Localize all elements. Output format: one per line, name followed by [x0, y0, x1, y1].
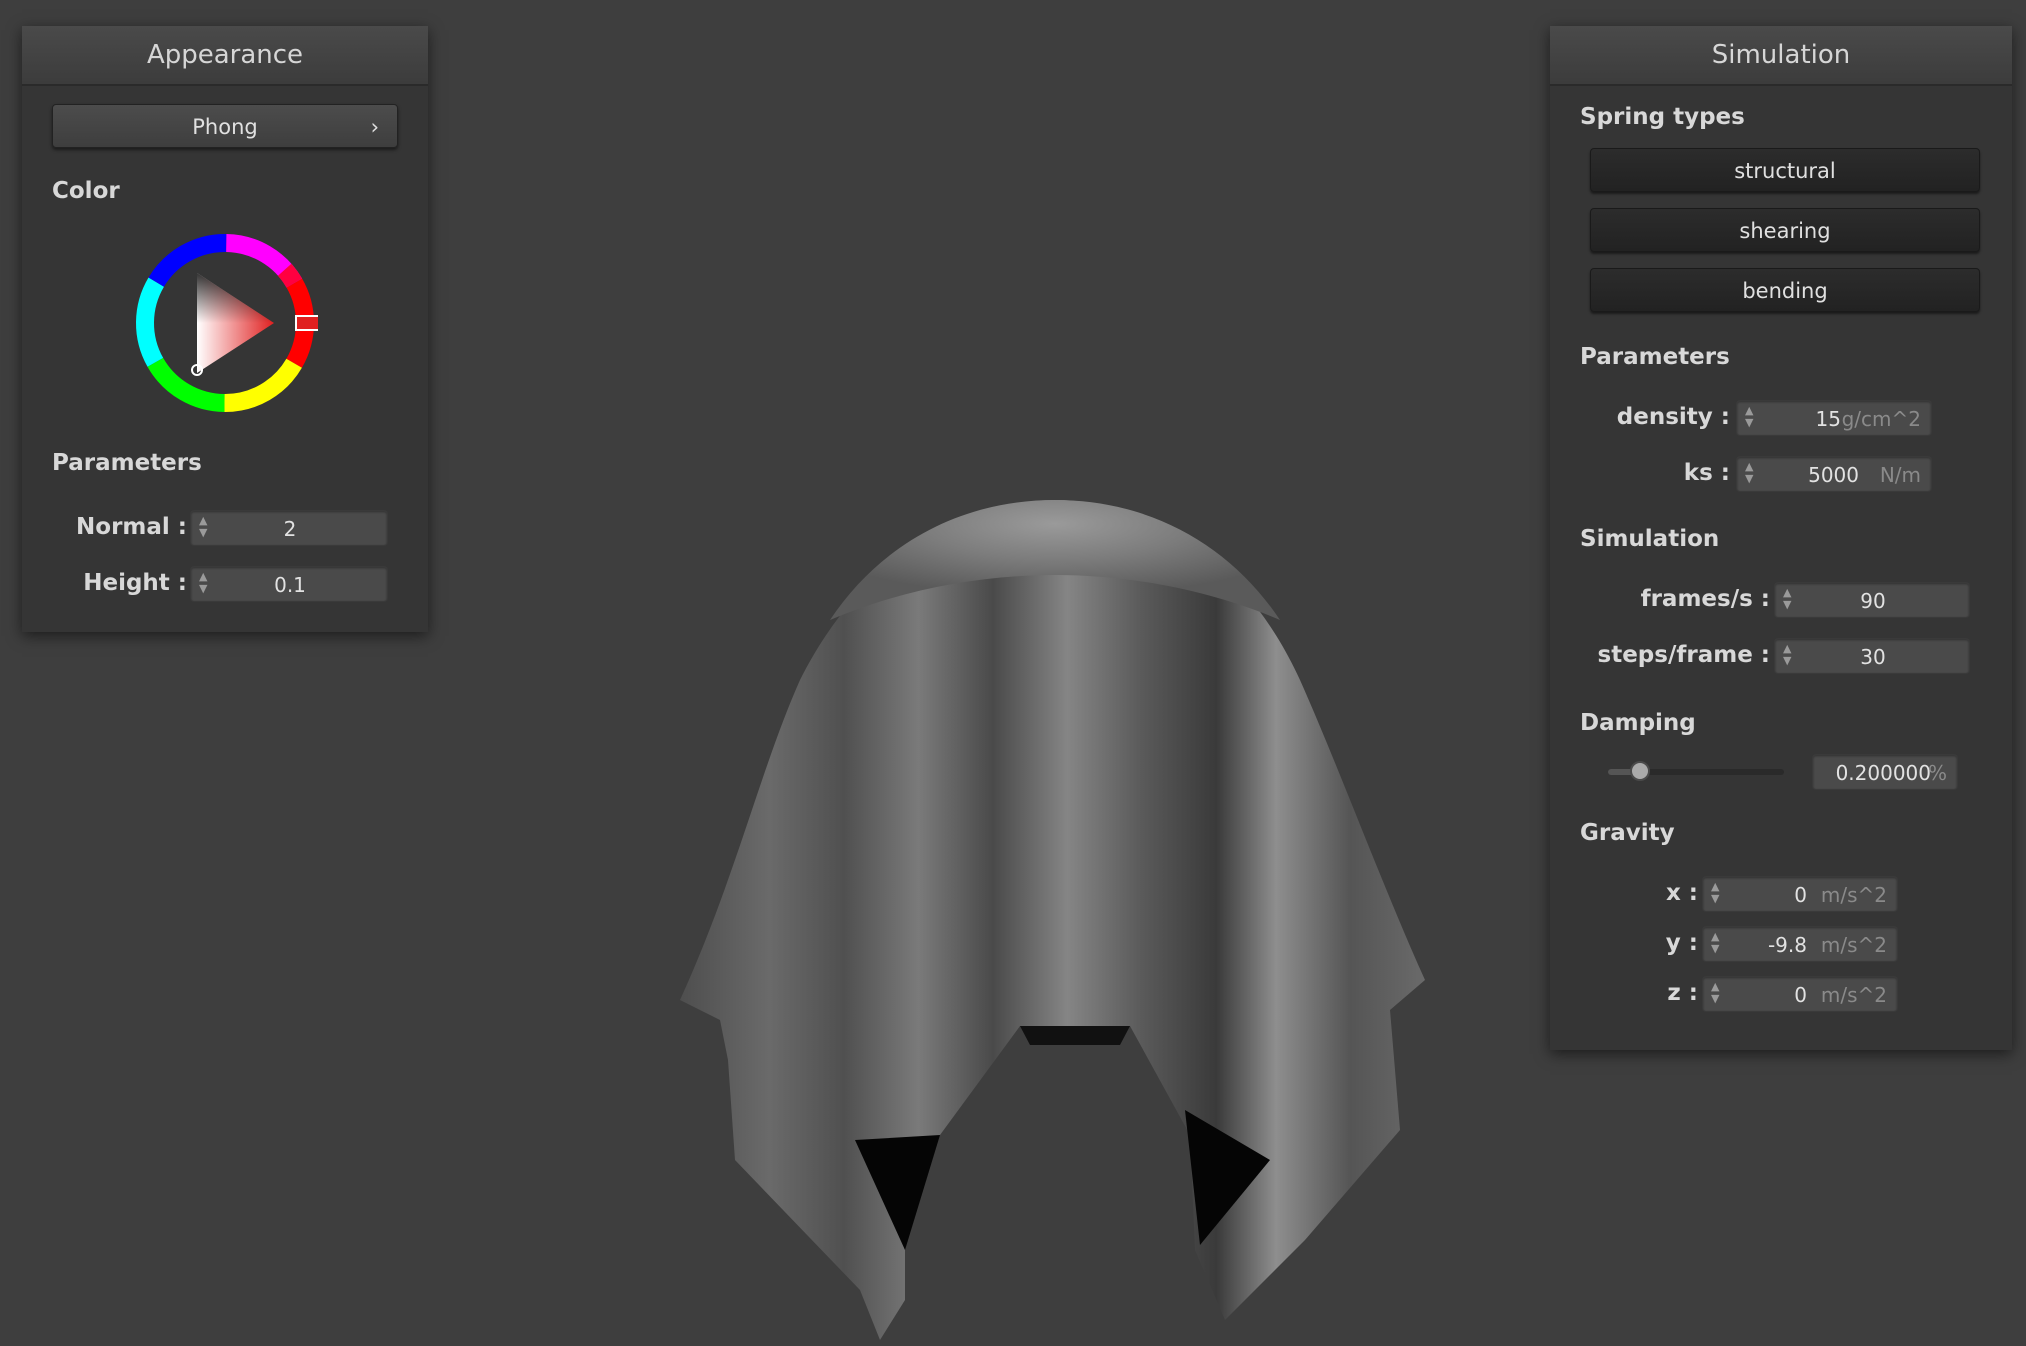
hue-marker [295, 315, 318, 331]
simulation-parameters-label: Parameters [1580, 344, 1730, 370]
density-label: density : [1616, 404, 1730, 430]
spinner-icon[interactable]: ▲ ▼ [1745, 461, 1753, 485]
spinner-icon[interactable]: ▲ ▼ [1711, 931, 1719, 955]
ks-unit: N/m [1879, 463, 1921, 487]
gravity-y-input[interactable]: ▲ ▼ -9.8 m/s^2 [1702, 926, 1898, 962]
ks-value: 5000 [1808, 463, 1859, 487]
spinner-icon[interactable]: ▲ ▼ [1711, 881, 1719, 905]
steps-value: 30 [1860, 645, 1886, 669]
appearance-panel-title: Appearance [22, 26, 428, 86]
gravity-x-input[interactable]: ▲ ▼ 0 m/s^2 [1702, 876, 1898, 912]
cloth-mesh [680, 500, 1425, 1340]
simulation-panel-title: Simulation [1550, 26, 2012, 86]
shader-label: Phong [192, 115, 258, 139]
gravity-z-unit: m/s^2 [1820, 983, 1887, 1007]
spinner-icon[interactable]: ▲ ▼ [1745, 405, 1753, 429]
simulation-panel: Simulation Spring types structural shear… [1550, 26, 2012, 1050]
color-wheel[interactable] [132, 230, 318, 416]
damping-value: 0.200000 [1835, 761, 1931, 785]
slider-knob[interactable] [1630, 761, 1650, 781]
ks-input[interactable]: ▲ ▼ 5000 N/m [1736, 456, 1932, 492]
fps-value: 90 [1860, 589, 1886, 613]
spinner-icon[interactable]: ▲ ▼ [1711, 981, 1719, 1005]
shader-dropdown[interactable]: Phong › [52, 104, 398, 148]
density-input[interactable]: ▲ ▼ 15 g/cm^2 [1736, 400, 1932, 436]
gravity-x-unit: m/s^2 [1820, 883, 1887, 907]
damping-label: Damping [1580, 710, 1696, 736]
height-input[interactable]: ▲ ▼ 0.1 [190, 566, 388, 602]
gravity-z-input[interactable]: ▲ ▼ 0 m/s^2 [1702, 976, 1898, 1012]
height-value: 0.1 [274, 573, 306, 597]
structural-button[interactable]: structural [1590, 148, 1980, 192]
chevron-right-icon: › [370, 115, 379, 139]
density-unit: g/cm^2 [1841, 407, 1921, 431]
density-value: 15 [1815, 407, 1841, 431]
spring-types-label: Spring types [1580, 104, 1745, 130]
ks-label: ks : [1683, 460, 1730, 486]
steps-label: steps/frame : [1597, 642, 1770, 668]
height-label: Height : [83, 570, 187, 596]
damping-slider[interactable] [1608, 761, 1784, 781]
gravity-y-label: y : [1665, 930, 1698, 956]
damping-unit: % [1927, 761, 1947, 785]
shearing-button[interactable]: shearing [1590, 208, 1980, 252]
steps-input[interactable]: ▲ ▼ 30 [1774, 638, 1970, 674]
fps-label: frames/s : [1640, 586, 1770, 612]
gravity-y-unit: m/s^2 [1820, 933, 1887, 957]
bending-button[interactable]: bending [1590, 268, 1980, 312]
gravity-label: Gravity [1580, 820, 1675, 846]
appearance-parameters-label: Parameters [52, 450, 202, 476]
fps-input[interactable]: ▲ ▼ 90 [1774, 582, 1970, 618]
normal-input[interactable]: ▲ ▼ 2 [190, 510, 388, 546]
normal-label: Normal : [76, 514, 187, 540]
gravity-x-value: 0 [1794, 883, 1807, 907]
normal-value: 2 [283, 517, 297, 541]
gravity-y-value: -9.8 [1767, 933, 1807, 957]
damping-input[interactable]: 0.200000 % [1812, 754, 1958, 790]
simulation-section-label: Simulation [1580, 526, 1720, 552]
gravity-z-value: 0 [1794, 983, 1807, 1007]
gravity-z-label: z : [1667, 980, 1698, 1006]
appearance-panel: Appearance Phong › Color Parameters Norm [22, 26, 428, 632]
gravity-x-label: x : [1665, 880, 1698, 906]
color-section-label: Color [52, 178, 120, 204]
